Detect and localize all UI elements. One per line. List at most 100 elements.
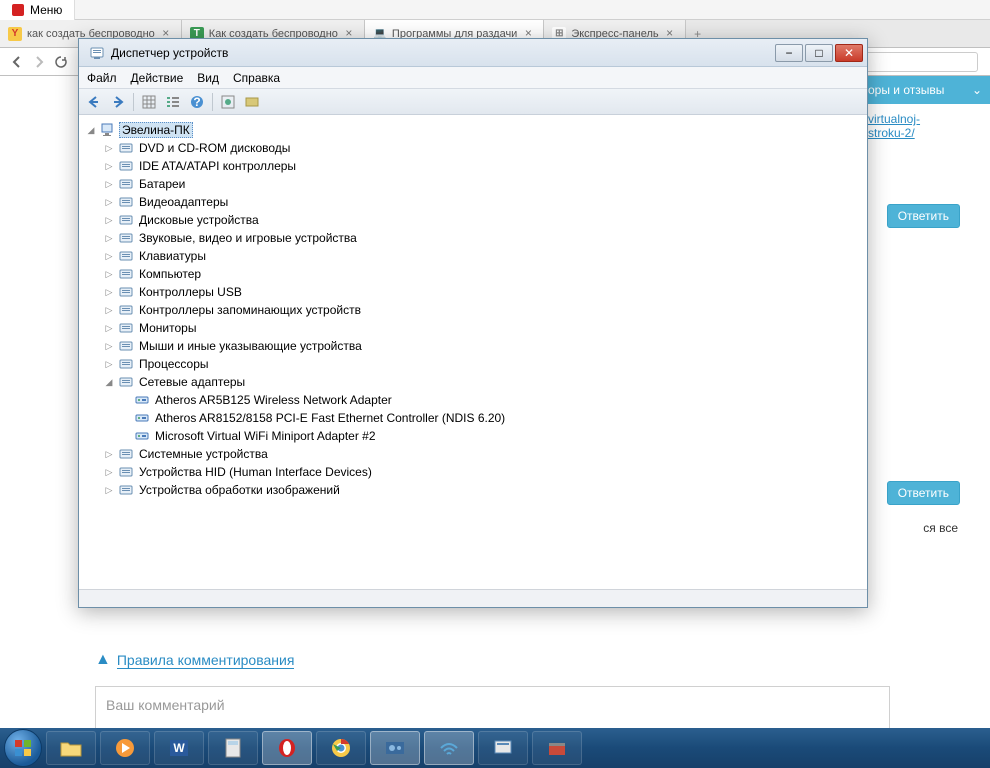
category-label[interactable]: Дисковые устройства [137,213,261,227]
reload-button[interactable] [50,51,72,73]
tree-category[interactable]: ▷ Компьютер [83,265,863,283]
category-icon [118,212,134,228]
category-label[interactable]: Мыши и иные указывающие устройства [137,339,364,353]
tree-root[interactable]: ◢ Эвелина-ПК [83,121,863,139]
taskbar-toolbox[interactable] [532,731,582,765]
device-tree[interactable]: ◢ Эвелина-ПК ▷ DVD и CD-ROM дисководы ▷ IDE A… [79,115,867,589]
expand-icon[interactable]: ▷ [103,448,115,460]
menu-Справка[interactable]: Справка [233,71,280,85]
category-label[interactable]: Клавиатуры [137,249,208,263]
expand-icon[interactable]: ▷ [103,340,115,352]
category-label[interactable]: Звуковые, видео и игровые устройства [137,231,359,245]
expand-icon[interactable]: ◢ [103,376,115,388]
toolbar-forward-button[interactable] [107,91,129,113]
expand-icon[interactable]: ▷ [103,286,115,298]
maximize-button[interactable]: □ [805,44,833,62]
toolbar-list-button[interactable] [162,91,184,113]
tree-device[interactable]: Atheros AR5B125 Wireless Network Adapter [83,391,863,409]
category-label[interactable]: Компьютер [137,267,203,281]
category-label[interactable]: Процессоры [137,357,211,371]
expand-icon[interactable]: ▷ [103,466,115,478]
tree-device[interactable]: Microsoft Virtual WiFi Miniport Adapter … [83,427,863,445]
opera-menu-button[interactable]: Меню [0,0,75,20]
tree-category[interactable]: ▷ Процессоры [83,355,863,373]
menu-Действие[interactable]: Действие [131,71,184,85]
svg-text:W: W [173,741,185,755]
start-button[interactable] [4,729,42,767]
tree-category[interactable]: ◢ Сетевые адаптеры [83,373,863,391]
taskbar-opera[interactable] [262,731,312,765]
toolbar-details-button[interactable] [138,91,160,113]
category-label[interactable]: Батареи [137,177,187,191]
tree-device[interactable]: Atheros AR8152/8158 PCI-E Fast Ethernet … [83,409,863,427]
expand-icon[interactable]: ▷ [103,484,115,496]
expand-icon[interactable]: ▷ [103,358,115,370]
sidebar-link-2[interactable]: stroku-2/ [868,126,982,140]
menu-Файл[interactable]: Файл [87,71,117,85]
tree-category[interactable]: ▷ Звуковые, видео и игровые устройства [83,229,863,247]
tree-category[interactable]: ▷ DVD и CD-ROM дисководы [83,139,863,157]
tree-category[interactable]: ▷ Батареи [83,175,863,193]
taskbar-word[interactable]: W [154,731,204,765]
close-button[interactable]: ✕ [835,44,863,62]
category-label[interactable]: Контроллеры запоминающих устройств [137,303,363,317]
tree-category[interactable]: ▷ Мыши и иные указывающие устройства [83,337,863,355]
expand-icon[interactable]: ▷ [103,268,115,280]
taskbar-explorer[interactable] [46,731,96,765]
tree-category[interactable]: ▷ Видеоадаптеры [83,193,863,211]
tree-category[interactable]: ▷ Контроллеры USB [83,283,863,301]
device-label[interactable]: Microsoft Virtual WiFi Miniport Adapter … [153,429,378,443]
forward-button[interactable] [28,51,50,73]
tree-category[interactable]: ▷ Системные устройства [83,445,863,463]
taskbar-calc[interactable] [208,731,258,765]
expand-icon[interactable]: ▷ [103,214,115,226]
reply-button-2[interactable]: Ответить [887,481,960,505]
toolbar-back-button[interactable] [83,91,105,113]
toolbar-properties-button[interactable]: ? [186,91,208,113]
tree-category[interactable]: ▷ Мониторы [83,319,863,337]
expand-icon[interactable]: ▷ [103,196,115,208]
back-button[interactable] [6,51,28,73]
expand-icon[interactable]: ▷ [103,250,115,262]
tree-category[interactable]: ▷ Контроллеры запоминающих устройств [83,301,863,319]
tree-category[interactable]: ▷ Устройства обработки изображений [83,481,863,499]
comment-rules-link[interactable]: Правила комментирования [117,652,295,669]
info-icon: ▲ [95,651,111,669]
taskbar-media[interactable] [100,731,150,765]
tree-category[interactable]: ▷ Устройства HID (Human Interface Devices… [83,463,863,481]
expand-icon[interactable]: ▷ [103,142,115,154]
category-label[interactable]: Системные устройства [137,447,270,461]
category-label[interactable]: IDE ATA/ATAPI контроллеры [137,159,298,173]
expand-icon[interactable]: ▷ [103,178,115,190]
toolbar-scan-button[interactable] [217,91,239,113]
tree-category[interactable]: ▷ IDE ATA/ATAPI контроллеры [83,157,863,175]
device-label[interactable]: Atheros AR5B125 Wireless Network Adapter [153,393,394,407]
root-label[interactable]: Эвелина-ПК [119,122,193,138]
tree-category[interactable]: ▷ Дисковые устройства [83,211,863,229]
category-label[interactable]: Устройства обработки изображений [137,483,342,497]
category-label[interactable]: Видеоадаптеры [137,195,230,209]
expand-icon[interactable]: ▷ [103,160,115,172]
taskbar-movie[interactable] [370,731,420,765]
toolbar-help-button[interactable] [241,91,263,113]
category-label[interactable]: Сетевые адаптеры [137,375,247,389]
category-label[interactable]: DVD и CD-ROM дисководы [137,141,292,155]
taskbar-devmgr[interactable] [478,731,528,765]
collapse-icon[interactable]: ◢ [85,124,97,136]
sidebar-header[interactable]: оры и отзывы ⌄ [860,76,990,104]
taskbar-chrome[interactable] [316,731,366,765]
expand-icon[interactable]: ▷ [103,232,115,244]
minimize-button[interactable]: − [775,44,803,62]
device-label[interactable]: Atheros AR8152/8158 PCI-E Fast Ethernet … [153,411,507,425]
expand-icon[interactable]: ▷ [103,322,115,334]
reply-button-1[interactable]: Ответить [887,204,960,228]
menu-Вид[interactable]: Вид [197,71,219,85]
title-bar[interactable]: Диспетчер устройств − □ ✕ [79,39,867,67]
category-label[interactable]: Устройства HID (Human Interface Devices) [137,465,374,479]
sidebar-link-1[interactable]: virtualnoj- [868,112,982,126]
category-label[interactable]: Контроллеры USB [137,285,244,299]
category-label[interactable]: Мониторы [137,321,198,335]
expand-icon[interactable]: ▷ [103,304,115,316]
taskbar-wifi[interactable] [424,731,474,765]
tree-category[interactable]: ▷ Клавиатуры [83,247,863,265]
